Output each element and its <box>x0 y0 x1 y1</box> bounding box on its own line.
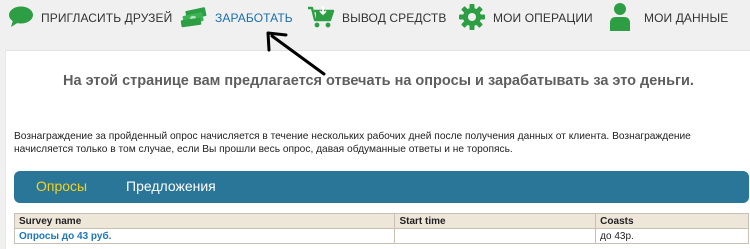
table-row: Опросы до 43 руб. до 43р. <box>13 228 749 244</box>
nav-invite-friends-label: ПРИГЛАСИТЬ ДРУЗЕЙ <box>41 11 173 25</box>
chat-bubble-icon <box>8 6 34 31</box>
arrow-annotation <box>266 31 326 76</box>
nav-my-operations[interactable]: МОИ ОПЕРАЦИИ <box>458 3 593 33</box>
top-navigation: ПРИГЛАСИТЬ ДРУЗЕЙ ЗАРАБОТАТЬ ВЫВОД СРЕДС… <box>0 0 750 36</box>
content-panel: На этой странице вам предлагается отвеча… <box>5 50 750 249</box>
column-header-start-time[interactable]: Start time <box>394 213 597 229</box>
nav-my-operations-label: МОИ ОПЕРАЦИИ <box>493 11 593 25</box>
nav-my-data-label: МОИ ДАННЫЕ <box>644 11 729 25</box>
survey-link[interactable]: Опросы до 43 руб. <box>19 231 111 242</box>
survey-name-cell: Опросы до 43 руб. <box>13 228 396 244</box>
table-header-row: Survey name Start time Coasts <box>13 213 749 229</box>
gear-icon <box>458 3 486 34</box>
survey-tabs: Опросы Предложения <box>14 171 749 203</box>
nav-my-data[interactable]: МОИ ДАННЫЕ <box>609 2 729 35</box>
column-header-survey-name[interactable]: Survey name <box>13 213 396 229</box>
survey-table: Survey name Start time Coasts Опросы до … <box>13 213 749 244</box>
nav-invite-friends[interactable]: ПРИГЛАСИТЬ ДРУЗЕЙ <box>8 3 172 33</box>
column-header-coasts[interactable]: Coasts <box>595 213 749 229</box>
start-time-cell <box>394 228 597 244</box>
money-stack-icon <box>180 6 208 31</box>
tab-offers[interactable]: Предложения <box>126 178 216 194</box>
nav-withdraw-label: ВЫВОД СРЕДСТВ <box>342 11 447 25</box>
user-icon <box>609 2 631 35</box>
reward-description: Вознаграждение за пройденный опрос начис… <box>14 131 691 155</box>
nav-earn-label: ЗАРАБОТАТЬ <box>215 11 293 25</box>
tab-surveys[interactable]: Опросы <box>36 178 87 194</box>
page-headline: На этой странице вам предлагается отвеча… <box>63 73 694 89</box>
cost-cell: до 43р. <box>595 228 749 244</box>
